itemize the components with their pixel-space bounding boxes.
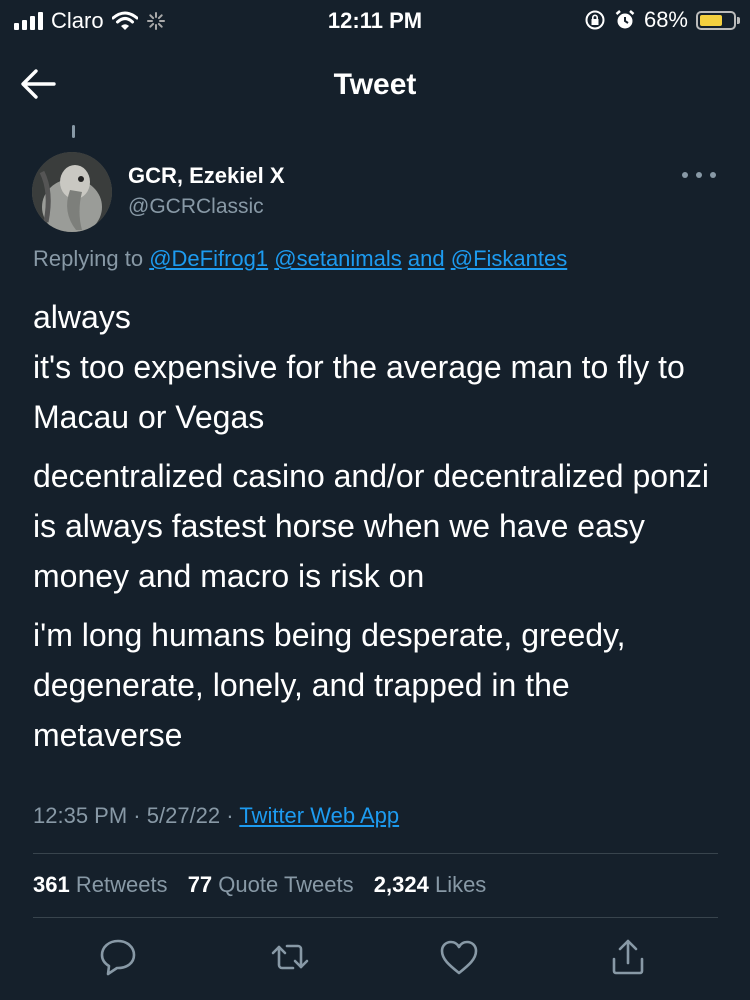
mention-link[interactable]: @DeFifrog1 [149, 246, 268, 271]
status-bar: Claro 12:11 PM 68% [0, 0, 750, 42]
meta-separator: · [226, 803, 234, 828]
more-options-icon[interactable] [682, 162, 716, 188]
divider [33, 917, 718, 918]
like-button[interactable] [437, 935, 481, 979]
tweet-paragraph: i'm long humans being desperate, greedy,… [33, 617, 626, 753]
author-name[interactable]: GCR, Ezekiel X [128, 163, 285, 189]
retweet-icon [271, 944, 309, 970]
page-title: Tweet [333, 68, 417, 101]
reply-icon [100, 939, 136, 976]
rotation-lock-icon [585, 10, 605, 30]
tweet-paragraph: always it's too expensive for the averag… [33, 299, 685, 435]
share-icon [612, 939, 644, 975]
retweet-button[interactable] [268, 935, 312, 979]
alarm-icon [615, 10, 635, 29]
quote-tweets-label: Quote Tweets [218, 872, 354, 897]
likes-stat[interactable]: 2,324 Likes [374, 872, 487, 897]
tweet-date: 5/27/22 [146, 803, 221, 828]
likes-count: 2,324 [373, 872, 429, 897]
quote-tweets-count: 77 [187, 872, 213, 897]
tweet-text: always it's too expensive for the averag… [33, 292, 723, 769]
avatar-image [32, 152, 112, 232]
retweets-count: 361 [33, 872, 70, 897]
quote-tweets-stat[interactable]: 77 Quote Tweets [188, 872, 354, 897]
mention-link[interactable]: @Fiskantes [451, 246, 567, 271]
status-right: 68% [584, 7, 740, 33]
tweet-time: 12:35 PM [33, 803, 128, 828]
likes-label: Likes [434, 872, 487, 897]
like-icon [440, 940, 478, 975]
replying-prefix: Replying to [33, 246, 144, 271]
author-handle[interactable]: @GCRClassic [128, 195, 264, 219]
replying-to: Replying to @DeFifrog1 @setanimals and @… [33, 246, 567, 272]
retweets-label: Retweets [75, 872, 168, 897]
thread-connector [72, 125, 75, 138]
retweets-stat[interactable]: 361 Retweets [33, 872, 168, 897]
battery-level [700, 14, 722, 26]
reply-button[interactable] [96, 935, 140, 979]
meta-separator: · [133, 803, 141, 828]
avatar[interactable] [32, 152, 112, 232]
mention-link[interactable]: @setanimals [274, 246, 402, 271]
divider [33, 853, 718, 854]
tweet-meta: 12:35 PM · 5/27/22 · Twitter Web App [33, 803, 399, 829]
mention-and[interactable]: and [408, 246, 445, 271]
tweet-paragraph: decentralized casino and/or decentralize… [33, 458, 709, 594]
battery-percent: 68% [643, 7, 688, 32]
share-button[interactable] [606, 935, 650, 979]
tweet-source-link[interactable]: Twitter Web App [239, 803, 399, 828]
battery-icon [696, 10, 740, 30]
tweet-stats: 361 Retweets 77 Quote Tweets 2,324 Likes [33, 872, 500, 898]
nav-bar: Tweet [0, 42, 750, 127]
action-bar [0, 935, 750, 980]
